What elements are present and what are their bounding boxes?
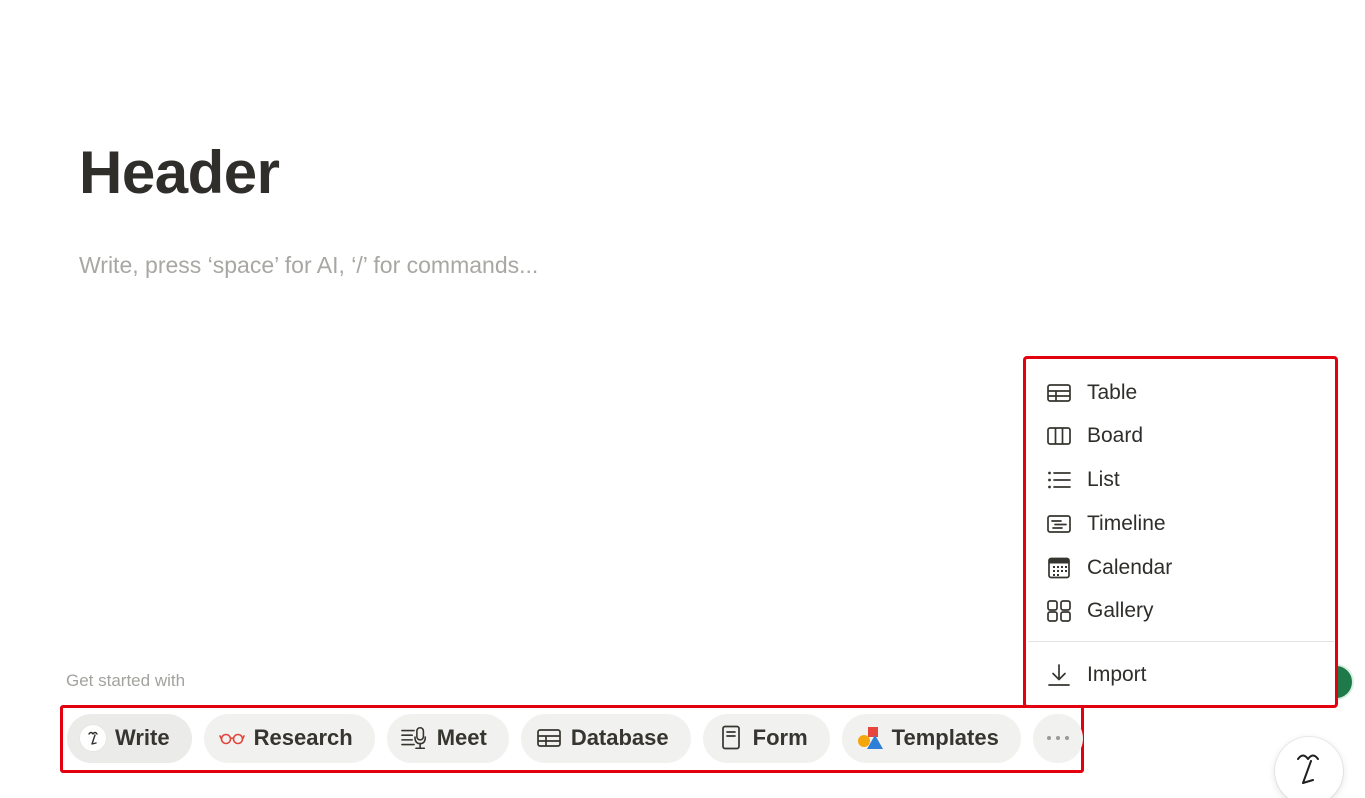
meeting-notes-mic-icon <box>400 724 429 752</box>
menu-item-label: Timeline <box>1087 512 1166 535</box>
menu-item-gallery[interactable]: Gallery <box>1046 591 1154 631</box>
form-icon <box>717 724 745 752</box>
get-started-label: Get started with <box>66 671 186 690</box>
form-chip[interactable]: Form <box>702 713 830 763</box>
database-chip[interactable]: Database <box>520 713 691 763</box>
menu-item-calendar[interactable]: Calendar <box>1046 548 1172 588</box>
table-icon <box>1046 381 1071 406</box>
ai-assistant-button[interactable] <box>1275 737 1343 798</box>
menu-item-label: Import <box>1087 663 1147 686</box>
menu-item-label: Gallery <box>1087 599 1154 622</box>
menu-item-label: List <box>1087 468 1120 491</box>
menu-item-import[interactable]: Import <box>1046 655 1147 695</box>
menu-item-label: Calendar <box>1087 556 1173 579</box>
menu-item-label: Board <box>1087 424 1144 447</box>
download-icon <box>1046 663 1071 688</box>
research-chip[interactable]: Research <box>203 713 375 763</box>
menu-item-label: Table <box>1087 381 1138 404</box>
glasses-icon <box>218 724 246 752</box>
ai-face-icon <box>79 724 107 752</box>
editor-placeholder[interactable]: Write, press ‘space’ for AI, ‘/’ for com… <box>79 252 538 279</box>
list-icon <box>1046 468 1071 493</box>
gallery-icon <box>1046 599 1071 624</box>
menu-item-timeline[interactable]: Timeline <box>1046 504 1166 544</box>
database-chip-label: Database <box>570 725 669 750</box>
calendar-icon <box>1046 556 1071 581</box>
get-started-chips: Write Research Meet Database Form Templa… <box>67 713 1083 763</box>
timeline-icon <box>1046 512 1071 537</box>
menu-divider <box>1028 641 1334 642</box>
collaborator-avatar[interactable] <box>1336 664 1354 702</box>
more-options-button[interactable] <box>1032 713 1083 763</box>
write-chip-label: Write <box>115 725 170 750</box>
ai-face-icon <box>1289 747 1329 796</box>
form-chip-label: Form <box>752 725 808 750</box>
templates-chip[interactable]: Templates <box>841 713 1021 763</box>
templates-chip-label: Templates <box>891 725 999 750</box>
table-icon <box>535 724 563 752</box>
menu-item-list[interactable]: List <box>1046 460 1120 500</box>
more-dots-icon <box>1044 724 1072 752</box>
board-icon <box>1046 424 1071 449</box>
templates-shapes-icon <box>856 724 884 752</box>
research-chip-label: Research <box>253 725 353 750</box>
meet-chip[interactable]: Meet <box>386 713 509 763</box>
page-title[interactable]: Header <box>79 138 280 207</box>
menu-item-table[interactable]: Table <box>1046 373 1137 413</box>
meet-chip-label: Meet <box>436 725 487 750</box>
menu-item-board[interactable]: Board <box>1046 416 1143 456</box>
page: Header Write, press ‘space’ for AI, ‘/’ … <box>0 0 1365 798</box>
write-chip[interactable]: Write <box>67 713 192 763</box>
